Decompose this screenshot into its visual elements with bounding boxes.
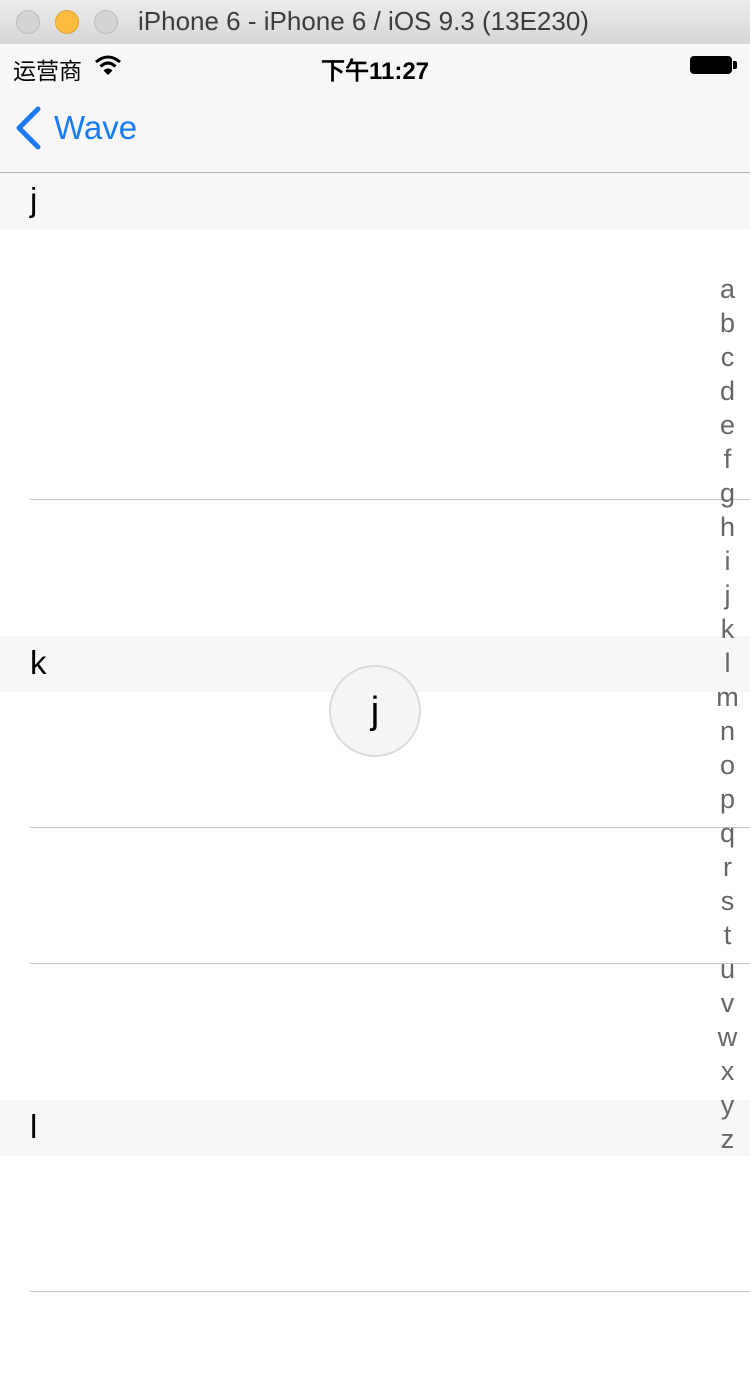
index-letter-o[interactable]: o <box>705 748 750 782</box>
section-title: k <box>30 644 47 681</box>
index-letter-x[interactable]: x <box>705 1054 750 1088</box>
index-letter-w[interactable]: w <box>705 1020 750 1054</box>
table-row[interactable] <box>0 229 750 365</box>
index-letter-i[interactable]: i <box>705 544 750 578</box>
back-button[interactable]: Wave <box>14 106 137 150</box>
index-letter-q[interactable]: q <box>705 816 750 850</box>
navigation-bar: Wave <box>0 84 750 173</box>
index-letter-t[interactable]: t <box>705 918 750 952</box>
table-row[interactable] <box>0 1292 750 1378</box>
section-index[interactable]: abcdefghijklmnopqrstuvwxyz <box>705 272 750 1156</box>
simulator-title-bar: iPhone 6 - iPhone 6 / iOS 9.3 (13E230) <box>0 0 750 45</box>
chevron-left-icon <box>16 106 41 150</box>
index-letter-y[interactable]: y <box>705 1088 750 1122</box>
index-letter-b[interactable]: b <box>705 306 750 340</box>
index-letter-v[interactable]: v <box>705 986 750 1020</box>
index-letter-r[interactable]: r <box>705 850 750 884</box>
index-letter-m[interactable]: m <box>705 680 750 714</box>
table-row[interactable] <box>0 964 750 1100</box>
index-letter-s[interactable]: s <box>705 884 750 918</box>
index-letter-f[interactable]: f <box>705 442 750 476</box>
index-letter-u[interactable]: u <box>705 952 750 986</box>
table-row[interactable] <box>0 1156 750 1292</box>
table-row[interactable] <box>0 828 750 964</box>
index-letter-n[interactable]: n <box>705 714 750 748</box>
section-title: j <box>30 181 38 218</box>
section-header-j: j <box>0 173 750 229</box>
section-header-l: l <box>0 1100 750 1156</box>
window-zoom-button[interactable] <box>94 10 118 34</box>
index-letter-a[interactable]: a <box>705 272 750 306</box>
index-letter-c[interactable]: c <box>705 340 750 374</box>
index-indicator-bubble: j <box>329 665 421 757</box>
index-letter-z[interactable]: z <box>705 1122 750 1156</box>
index-letter-j[interactable]: j <box>705 578 750 612</box>
index-letter-d[interactable]: d <box>705 374 750 408</box>
window-title: iPhone 6 - iPhone 6 / iOS 9.3 (13E230) <box>138 6 589 36</box>
status-time: 下午11:27 <box>320 58 430 85</box>
window-close-button[interactable] <box>16 10 40 34</box>
index-letter-k[interactable]: k <box>705 612 750 646</box>
back-button-label: Wave <box>54 109 138 146</box>
index-letter-l[interactable]: l <box>705 646 750 680</box>
window-minimize-button[interactable] <box>55 10 79 34</box>
table-row[interactable] <box>0 364 750 500</box>
index-letter-g[interactable]: g <box>705 476 750 510</box>
battery-tip <box>733 61 737 69</box>
index-letter-p[interactable]: p <box>705 782 750 816</box>
section-title: l <box>30 1108 38 1145</box>
battery-icon <box>690 56 732 74</box>
status-bar: 运营商 下午11:27 <box>0 44 750 85</box>
index-letter-h[interactable]: h <box>705 510 750 544</box>
table-row[interactable] <box>0 500 750 636</box>
index-letter-e[interactable]: e <box>705 408 750 442</box>
